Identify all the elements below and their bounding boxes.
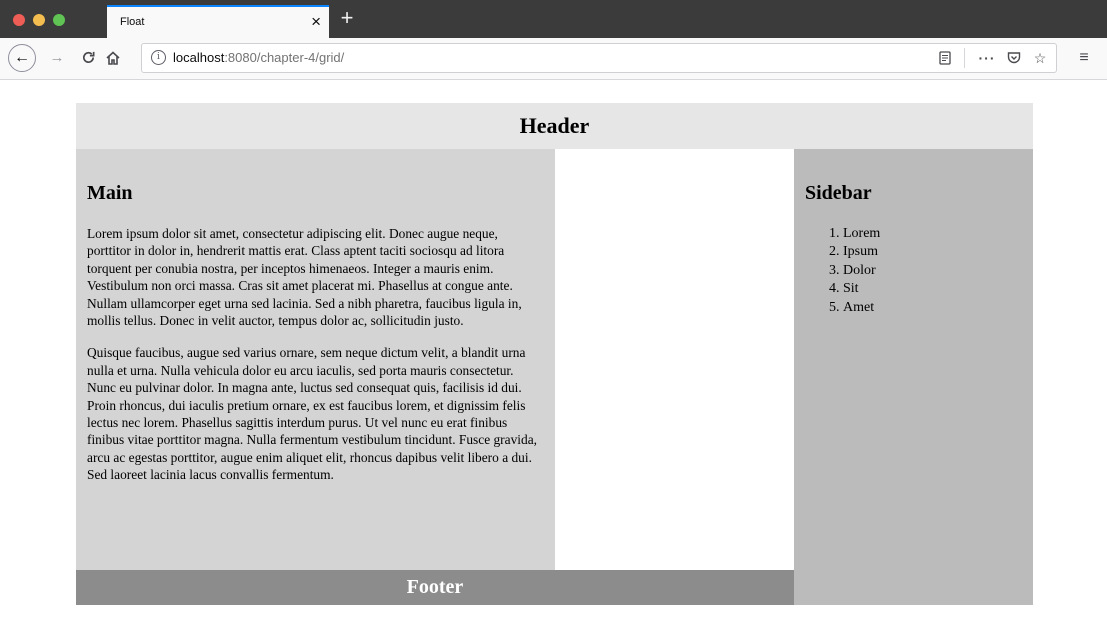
url-path: :8080/chapter-4/grid/ [224, 50, 345, 65]
zoom-window-button[interactable] [53, 14, 65, 26]
browser-tab[interactable]: Float × [107, 5, 329, 38]
browser-toolbar: ← → i localhost:8080/chapter-4/grid/ ··· [0, 38, 1107, 80]
reader-view-icon [939, 51, 951, 65]
main-title: Main [87, 182, 133, 204]
sidebar-list-item: Amet [843, 299, 1033, 317]
browser-titlebar: Float × + [0, 0, 1107, 38]
url-bar[interactable]: i localhost:8080/chapter-4/grid/ ··· ☆ [141, 43, 1057, 73]
hamburger-menu-icon[interactable]: ≡ [1074, 47, 1094, 69]
main-paragraph-1: Lorem ipsum dolor sit amet, consectetur … [87, 226, 522, 329]
sidebar-list-item: Dolor [843, 262, 1033, 280]
url-text[interactable]: localhost:8080/chapter-4/grid/ [173, 50, 344, 65]
sidebar-list-item: Lorem [843, 225, 1033, 243]
close-window-button[interactable] [13, 14, 25, 26]
pocket-button[interactable] [1004, 48, 1024, 68]
sidebar-list: Lorem Ipsum Dolor Sit Amet [805, 225, 1033, 317]
sidebar-section: Sidebar Lorem Ipsum Dolor Sit Amet [794, 149, 1033, 605]
sidebar-title: Sidebar [805, 182, 872, 204]
tab-title: Float [120, 16, 145, 28]
home-button[interactable] [103, 47, 123, 69]
urlbar-separator [964, 48, 965, 68]
more-icon[interactable]: ··· [977, 48, 997, 68]
page-grid: Header Main Lorem ipsum dolor sit amet, … [76, 103, 1033, 605]
sidebar-list-item: Ipsum [843, 243, 1033, 261]
star-icon[interactable]: ☆ [1030, 48, 1050, 68]
grid-empty-area [555, 149, 794, 570]
page-header: Header [76, 103, 1033, 149]
header-title: Header [519, 113, 590, 138]
info-icon[interactable]: i [151, 50, 166, 65]
sidebar-list-item: Sit [843, 280, 1033, 298]
page-footer: Footer [76, 570, 794, 605]
reader-view-button[interactable] [935, 48, 955, 68]
url-host: localhost [173, 50, 225, 65]
main-paragraph-2: Quisque faucibus, augue sed varius ornar… [87, 345, 537, 483]
footer-title: Footer [406, 576, 464, 598]
reload-button[interactable] [78, 47, 98, 69]
arrow-left-icon: ← [14, 49, 30, 66]
arrow-right-icon: → [49, 49, 65, 66]
forward-button[interactable]: → [47, 47, 67, 69]
tab-close-icon[interactable]: × [311, 12, 321, 32]
reload-icon [82, 51, 94, 63]
pocket-icon [1007, 52, 1021, 64]
home-icon [106, 51, 120, 65]
back-button[interactable]: ← [8, 44, 36, 72]
minimize-window-button[interactable] [33, 14, 45, 26]
main-section: Main Lorem ipsum dolor sit amet, consect… [76, 149, 555, 570]
new-tab-button[interactable]: + [335, 6, 359, 30]
